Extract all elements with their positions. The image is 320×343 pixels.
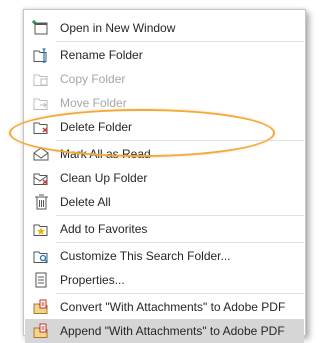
menu-item-label: Convert "With Attachments" to Adobe PDF — [60, 300, 286, 314]
menu-item-label: Customize This Search Folder... — [60, 249, 231, 263]
rename-folder-icon — [32, 46, 50, 64]
adobe-pdf-icon — [32, 298, 50, 316]
menu-item-add-to-favorites[interactable]: Add to Favorites — [25, 217, 304, 241]
menu-item-copy-folder[interactable]: Copy Folder — [25, 67, 304, 91]
delete-folder-icon — [32, 118, 50, 136]
menu-item-append-to-adobe-pdf[interactable]: Append "With Attachments" to Adobe PDF — [25, 319, 304, 343]
open-window-icon — [32, 19, 50, 37]
menu-separator — [56, 293, 304, 294]
menu-item-label: Delete All — [60, 195, 111, 209]
menu-item-delete-all[interactable]: Delete All — [25, 190, 304, 214]
menu-item-clean-up-folder[interactable]: Clean Up Folder — [25, 166, 304, 190]
menu-item-label: Delete Folder — [60, 120, 133, 134]
clean-up-icon — [32, 169, 50, 187]
search-folder-icon — [32, 247, 50, 265]
properties-icon — [32, 271, 50, 289]
menu-item-convert-to-adobe-pdf[interactable]: Convert "With Attachments" to Adobe PDF — [25, 295, 304, 319]
menu-item-label: Append "With Attachments" to Adobe PDF — [60, 324, 285, 338]
menu-item-label: Copy Folder — [60, 72, 126, 86]
menu-item-label: Properties... — [60, 273, 125, 287]
menu-item-label: Add to Favorites — [60, 222, 148, 236]
menu-item-move-folder[interactable]: Move Folder — [25, 91, 304, 115]
move-folder-icon — [32, 94, 50, 112]
copy-folder-icon — [32, 70, 50, 88]
context-menu: Open in New Window Rename Folder Copy Fo… — [23, 9, 306, 343]
menu-item-mark-all-as-read[interactable]: Mark All as Read — [25, 142, 304, 166]
adobe-pdf-append-icon — [32, 322, 50, 340]
menu-item-delete-folder[interactable]: Delete Folder — [25, 115, 304, 139]
delete-all-icon — [32, 193, 50, 211]
mark-read-icon — [32, 145, 50, 163]
menu-item-label: Rename Folder — [60, 48, 143, 62]
menu-separator — [56, 140, 304, 141]
menu-item-label: Clean Up Folder — [60, 171, 148, 185]
menu-item-label: Move Folder — [60, 96, 127, 110]
menu-item-properties[interactable]: Properties... — [25, 268, 304, 292]
menu-item-customize-search-folder[interactable]: Customize This Search Folder... — [25, 244, 304, 268]
menu-item-label: Mark All as Read — [60, 147, 151, 161]
menu-separator — [56, 41, 304, 42]
menu-item-open-in-new-window[interactable]: Open in New Window — [25, 16, 304, 40]
menu-item-rename-folder[interactable]: Rename Folder — [25, 43, 304, 67]
menu-separator — [56, 242, 304, 243]
favorites-star-icon — [32, 220, 50, 238]
menu-separator — [56, 215, 304, 216]
menu-item-label: Open in New Window — [60, 21, 176, 35]
